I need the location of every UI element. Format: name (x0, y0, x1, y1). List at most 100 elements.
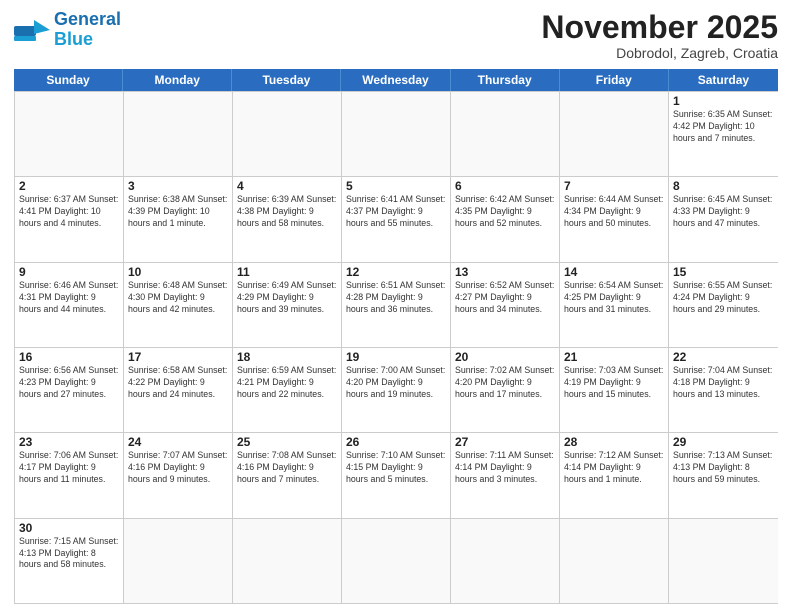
cell-sun-info: Sunrise: 7:12 AM Sunset: 4:14 PM Dayligh… (564, 450, 664, 486)
cell-day-number: 10 (128, 265, 228, 279)
cell-day-number: 24 (128, 435, 228, 449)
logo-general: General (54, 9, 121, 29)
cell-sun-info: Sunrise: 7:15 AM Sunset: 4:13 PM Dayligh… (19, 536, 119, 572)
cell-sun-info: Sunrise: 6:44 AM Sunset: 4:34 PM Dayligh… (564, 194, 664, 230)
logo-text: General Blue (54, 10, 121, 50)
cell-sun-info: Sunrise: 6:59 AM Sunset: 4:21 PM Dayligh… (237, 365, 337, 401)
calendar-cell-0-0 (15, 92, 124, 176)
calendar-cell-2-4: 13Sunrise: 6:52 AM Sunset: 4:27 PM Dayli… (451, 263, 560, 347)
cell-sun-info: Sunrise: 7:11 AM Sunset: 4:14 PM Dayligh… (455, 450, 555, 486)
page: General Blue November 2025 Dobrodol, Zag… (0, 0, 792, 612)
cell-sun-info: Sunrise: 7:06 AM Sunset: 4:17 PM Dayligh… (19, 450, 119, 486)
cell-sun-info: Sunrise: 6:45 AM Sunset: 4:33 PM Dayligh… (673, 194, 774, 230)
calendar-row-5: 30Sunrise: 7:15 AM Sunset: 4:13 PM Dayli… (15, 519, 778, 604)
calendar-cell-2-6: 15Sunrise: 6:55 AM Sunset: 4:24 PM Dayli… (669, 263, 778, 347)
cell-sun-info: Sunrise: 6:39 AM Sunset: 4:38 PM Dayligh… (237, 194, 337, 230)
calendar-cell-5-3 (342, 519, 451, 603)
weekday-thursday: Thursday (451, 69, 560, 91)
calendar-row-3: 16Sunrise: 6:56 AM Sunset: 4:23 PM Dayli… (15, 348, 778, 433)
cell-day-number: 25 (237, 435, 337, 449)
cell-sun-info: Sunrise: 7:03 AM Sunset: 4:19 PM Dayligh… (564, 365, 664, 401)
cell-day-number: 1 (673, 94, 774, 108)
cell-day-number: 6 (455, 179, 555, 193)
title-block: November 2025 Dobrodol, Zagreb, Croatia (541, 10, 778, 61)
cell-day-number: 17 (128, 350, 228, 364)
calendar-cell-5-0: 30Sunrise: 7:15 AM Sunset: 4:13 PM Dayli… (15, 519, 124, 603)
header: General Blue November 2025 Dobrodol, Zag… (14, 10, 778, 61)
calendar-cell-2-3: 12Sunrise: 6:51 AM Sunset: 4:28 PM Dayli… (342, 263, 451, 347)
cell-day-number: 12 (346, 265, 446, 279)
calendar-cell-5-4 (451, 519, 560, 603)
calendar-cell-3-5: 21Sunrise: 7:03 AM Sunset: 4:19 PM Dayli… (560, 348, 669, 432)
calendar-cell-5-1 (124, 519, 233, 603)
cell-day-number: 26 (346, 435, 446, 449)
weekday-monday: Monday (123, 69, 232, 91)
calendar-cell-0-4 (451, 92, 560, 176)
cell-sun-info: Sunrise: 7:07 AM Sunset: 4:16 PM Dayligh… (128, 450, 228, 486)
cell-day-number: 28 (564, 435, 664, 449)
cell-sun-info: Sunrise: 6:49 AM Sunset: 4:29 PM Dayligh… (237, 280, 337, 316)
calendar-cell-2-5: 14Sunrise: 6:54 AM Sunset: 4:25 PM Dayli… (560, 263, 669, 347)
cell-sun-info: Sunrise: 6:38 AM Sunset: 4:39 PM Dayligh… (128, 194, 228, 230)
calendar-cell-4-6: 29Sunrise: 7:13 AM Sunset: 4:13 PM Dayli… (669, 433, 778, 517)
cell-sun-info: Sunrise: 6:41 AM Sunset: 4:37 PM Dayligh… (346, 194, 446, 230)
weekday-tuesday: Tuesday (232, 69, 341, 91)
calendar-header: Sunday Monday Tuesday Wednesday Thursday… (14, 69, 778, 91)
calendar-row-0: 1Sunrise: 6:35 AM Sunset: 4:42 PM Daylig… (15, 92, 778, 177)
cell-sun-info: Sunrise: 6:51 AM Sunset: 4:28 PM Dayligh… (346, 280, 446, 316)
cell-day-number: 2 (19, 179, 119, 193)
month-year: November 2025 (541, 10, 778, 45)
cell-sun-info: Sunrise: 6:35 AM Sunset: 4:42 PM Dayligh… (673, 109, 774, 145)
cell-sun-info: Sunrise: 7:13 AM Sunset: 4:13 PM Dayligh… (673, 450, 774, 486)
calendar-cell-0-3 (342, 92, 451, 176)
cell-sun-info: Sunrise: 6:54 AM Sunset: 4:25 PM Dayligh… (564, 280, 664, 316)
calendar-cell-4-1: 24Sunrise: 7:07 AM Sunset: 4:16 PM Dayli… (124, 433, 233, 517)
cell-day-number: 21 (564, 350, 664, 364)
cell-day-number: 8 (673, 179, 774, 193)
weekday-sunday: Sunday (14, 69, 123, 91)
cell-day-number: 30 (19, 521, 119, 535)
calendar-cell-1-3: 5Sunrise: 6:41 AM Sunset: 4:37 PM Daylig… (342, 177, 451, 261)
cell-day-number: 23 (19, 435, 119, 449)
calendar-cell-5-2 (233, 519, 342, 603)
calendar-cell-1-2: 4Sunrise: 6:39 AM Sunset: 4:38 PM Daylig… (233, 177, 342, 261)
cell-day-number: 7 (564, 179, 664, 193)
weekday-wednesday: Wednesday (341, 69, 450, 91)
cell-day-number: 5 (346, 179, 446, 193)
calendar-cell-3-0: 16Sunrise: 6:56 AM Sunset: 4:23 PM Dayli… (15, 348, 124, 432)
calendar-cell-5-5 (560, 519, 669, 603)
weekday-friday: Friday (560, 69, 669, 91)
cell-sun-info: Sunrise: 6:58 AM Sunset: 4:22 PM Dayligh… (128, 365, 228, 401)
cell-sun-info: Sunrise: 6:46 AM Sunset: 4:31 PM Dayligh… (19, 280, 119, 316)
calendar-cell-0-2 (233, 92, 342, 176)
logo: General Blue (14, 10, 121, 50)
calendar-row-2: 9Sunrise: 6:46 AM Sunset: 4:31 PM Daylig… (15, 263, 778, 348)
cell-day-number: 4 (237, 179, 337, 193)
cell-day-number: 27 (455, 435, 555, 449)
calendar-cell-1-6: 8Sunrise: 6:45 AM Sunset: 4:33 PM Daylig… (669, 177, 778, 261)
calendar-cell-4-2: 25Sunrise: 7:08 AM Sunset: 4:16 PM Dayli… (233, 433, 342, 517)
calendar-cell-2-0: 9Sunrise: 6:46 AM Sunset: 4:31 PM Daylig… (15, 263, 124, 347)
logo-blue: Blue (54, 29, 93, 49)
calendar-cell-1-5: 7Sunrise: 6:44 AM Sunset: 4:34 PM Daylig… (560, 177, 669, 261)
calendar-cell-1-0: 2Sunrise: 6:37 AM Sunset: 4:41 PM Daylig… (15, 177, 124, 261)
calendar-row-1: 2Sunrise: 6:37 AM Sunset: 4:41 PM Daylig… (15, 177, 778, 262)
calendar-cell-0-1 (124, 92, 233, 176)
calendar-cell-3-6: 22Sunrise: 7:04 AM Sunset: 4:18 PM Dayli… (669, 348, 778, 432)
cell-day-number: 16 (19, 350, 119, 364)
calendar-cell-0-5 (560, 92, 669, 176)
calendar-cell-3-1: 17Sunrise: 6:58 AM Sunset: 4:22 PM Dayli… (124, 348, 233, 432)
cell-sun-info: Sunrise: 7:02 AM Sunset: 4:20 PM Dayligh… (455, 365, 555, 401)
weekday-saturday: Saturday (669, 69, 778, 91)
cell-sun-info: Sunrise: 7:04 AM Sunset: 4:18 PM Dayligh… (673, 365, 774, 401)
cell-sun-info: Sunrise: 6:48 AM Sunset: 4:30 PM Dayligh… (128, 280, 228, 316)
cell-day-number: 13 (455, 265, 555, 279)
cell-sun-info: Sunrise: 7:08 AM Sunset: 4:16 PM Dayligh… (237, 450, 337, 486)
cell-sun-info: Sunrise: 6:52 AM Sunset: 4:27 PM Dayligh… (455, 280, 555, 316)
calendar-cell-1-4: 6Sunrise: 6:42 AM Sunset: 4:35 PM Daylig… (451, 177, 560, 261)
calendar-cell-2-1: 10Sunrise: 6:48 AM Sunset: 4:30 PM Dayli… (124, 263, 233, 347)
calendar-cell-1-1: 3Sunrise: 6:38 AM Sunset: 4:39 PM Daylig… (124, 177, 233, 261)
calendar-cell-4-4: 27Sunrise: 7:11 AM Sunset: 4:14 PM Dayli… (451, 433, 560, 517)
cell-sun-info: Sunrise: 6:55 AM Sunset: 4:24 PM Dayligh… (673, 280, 774, 316)
cell-day-number: 15 (673, 265, 774, 279)
